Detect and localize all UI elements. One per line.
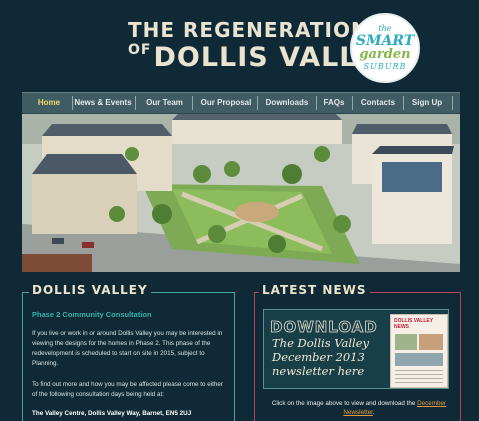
logo-garden: garden: [359, 47, 411, 62]
newsletter-caption: Click on the image above to view and dow…: [261, 399, 457, 417]
logo-smart: SMART: [355, 33, 415, 49]
download-line: newsletter here: [272, 364, 365, 378]
download-line: The Dollis Valley: [272, 336, 370, 350]
nav-our-team[interactable]: Our Team: [137, 93, 192, 113]
nav-divider: [352, 96, 353, 110]
panel-heading-dollis-valley: DOLLIS VALLEY: [29, 283, 151, 297]
nav-downloads[interactable]: Downloads: [259, 93, 315, 113]
nav-divider: [257, 96, 258, 110]
newsletter-title: DOLLIS VALLEY NEWS: [394, 318, 433, 330]
newsletter-text-line: [395, 378, 443, 379]
nav-home[interactable]: Home: [28, 93, 70, 113]
nav-divider: [192, 96, 193, 110]
logo-the: the: [378, 24, 392, 33]
hero-aerial-render-image: [22, 114, 460, 272]
smart-garden-suburb-logo: the SMART garden SUBURB: [350, 13, 420, 83]
newsletter-text-line: [395, 370, 443, 371]
site-title-line1: THE REGENERATION: [128, 18, 369, 42]
nav-divider: [452, 96, 453, 110]
download-label: DOWNLOAD: [270, 318, 378, 337]
newsletter-text-line: [395, 374, 443, 375]
newsletter-text-line: [395, 382, 443, 383]
latest-news-panel: LATEST NEWS DOWNLOAD The Dollis Valley D…: [254, 283, 461, 421]
nav-faqs[interactable]: FAQs: [317, 93, 351, 113]
logo-suburb: SUBURB: [363, 62, 407, 71]
caption-text: Click on the image above to view and dow…: [271, 400, 416, 407]
consultation-paragraph: If you live or work in or around Dollis …: [32, 330, 223, 367]
consultation-paragraph: To find out more and how you may be affe…: [32, 381, 224, 398]
newsletter-photo: [395, 353, 443, 366]
nav-divider: [72, 96, 73, 110]
nav-our-proposal[interactable]: Our Proposal: [194, 93, 258, 113]
site-header: THE REGENERATION OFDOLLIS VALLEY the SMA…: [0, 0, 479, 90]
main-navigation: Home News & Events Our Team Our Proposal…: [22, 92, 460, 114]
newsletter-photo: [395, 334, 417, 350]
nav-contacts[interactable]: Contacts: [354, 93, 402, 113]
download-line: December 2013: [272, 350, 365, 364]
consultation-address: The Valley Centre, Dollis Valley Way, Ba…: [32, 410, 192, 417]
nav-divider: [135, 96, 136, 110]
newsletter-thumbnail[interactable]: DOLLIS VALLEY NEWS: [390, 314, 448, 388]
newsletter-download-banner[interactable]: DOWNLOAD The Dollis Valley December 2013…: [263, 309, 449, 389]
hero-illustration: [22, 114, 460, 272]
caption-end: .: [372, 409, 375, 416]
consultation-subheading: Phase 2 Community Consultation: [32, 310, 152, 319]
newsletter-photo: [419, 334, 443, 350]
dollis-valley-panel: DOLLIS VALLEY Phase 2 Community Consulta…: [22, 283, 235, 421]
nav-sign-up[interactable]: Sign Up: [404, 93, 450, 113]
panel-heading-latest-news: LATEST NEWS: [259, 283, 370, 297]
nav-news-events[interactable]: News & Events: [74, 93, 132, 113]
site-title-of: OF: [128, 42, 152, 58]
